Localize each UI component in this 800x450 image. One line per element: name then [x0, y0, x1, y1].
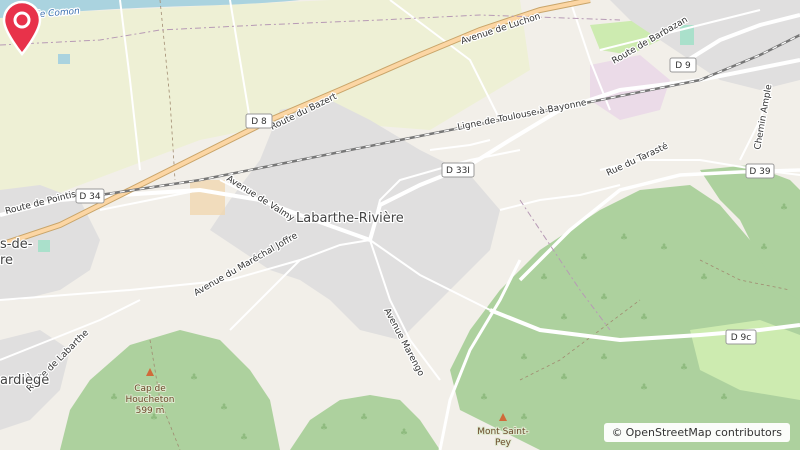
svg-text:♣: ♣	[360, 413, 368, 423]
svg-text:D 9: D 9	[675, 61, 691, 71]
svg-text:D 8: D 8	[251, 117, 267, 127]
svg-text:♣: ♣	[600, 353, 608, 363]
peak-saint-pey-label-1: Mont Saint-	[477, 427, 529, 437]
svg-text:D 9c: D 9c	[731, 333, 752, 343]
village-partial-label: s-de-	[0, 237, 33, 252]
route-shield-d8: D 8	[245, 113, 273, 129]
svg-text:♣: ♣	[760, 243, 768, 253]
svg-text:♣: ♣	[640, 383, 648, 393]
attribution-link[interactable]: OpenStreetMap contributors	[626, 426, 782, 439]
svg-text:♣: ♣	[220, 403, 228, 413]
svg-text:♣: ♣	[520, 353, 528, 363]
svg-text:♣: ♣	[620, 233, 628, 243]
peak-houcheton-label-2: Houcheton	[126, 395, 175, 405]
svg-text:♣: ♣	[190, 373, 198, 383]
map-canvas[interactable]: ♣♣♣♣ ♣♣♣♣ ♣♣♣♣ ♣♣♣♣ ♣♣♣♣ ♣♣♣♣ ♣♣ Canal d…	[0, 0, 800, 450]
copyright-symbol: ©	[611, 426, 623, 439]
svg-text:♣: ♣	[560, 373, 568, 383]
svg-text:♣: ♣	[540, 273, 548, 283]
map-view[interactable]: ♣ ♣ ♣ ♣ ♣ ♣ ♣ ♣ ♣ ♣ ♣ ♣ ♣ ♣ ♣ ♣ ♣ ♣ ♣ ♣ ♣ ♣ ♣ ♣ ♣ ♣ Canal d…	[0, 0, 800, 450]
pond	[58, 54, 70, 64]
place-label[interactable]: Labarthe-Rivière	[295, 210, 405, 228]
route-shield-d34: D 34	[75, 188, 105, 204]
svg-text:♣: ♣	[480, 393, 488, 403]
svg-text:♣: ♣	[320, 423, 328, 433]
railway-label: Ligne de Toulouse à Bayonne	[457, 98, 588, 133]
village-partial-label-2: re	[0, 253, 13, 268]
route-shield-d9: D 9	[669, 57, 697, 73]
svg-text:♣: ♣	[780, 203, 788, 213]
svg-text:♣: ♣	[520, 413, 528, 423]
svg-text:D 39: D 39	[749, 167, 771, 177]
svg-text:♣: ♣	[700, 273, 708, 283]
location-pin-icon[interactable]	[0, 0, 44, 56]
forest-south-west	[60, 330, 280, 450]
svg-text:♣: ♣	[640, 313, 648, 323]
svg-text:♣: ♣	[400, 428, 408, 438]
construction-area	[190, 180, 225, 215]
route-shield-d9c: D 9c	[725, 329, 757, 345]
svg-text:♣: ♣	[240, 433, 248, 443]
peak-saint-pey-label-2: Pey	[495, 438, 512, 448]
map-attribution[interactable]: © OpenStreetMap contributors	[603, 423, 790, 442]
chemin-ample-label: Chemin Ample	[753, 83, 774, 150]
svg-text:♣: ♣	[600, 293, 608, 303]
sports-field-2	[38, 240, 50, 252]
svg-text:♣: ♣	[680, 363, 688, 373]
peak-houcheton-label-1: Cap de	[134, 384, 166, 394]
route-shield-d331: D 33I	[441, 162, 475, 178]
peak-houcheton-elevation: 599 m	[136, 406, 165, 416]
svg-text:D 34: D 34	[79, 192, 101, 202]
svg-text:♣: ♣	[580, 253, 588, 263]
svg-text:♣: ♣	[720, 393, 728, 403]
svg-text:D 33I: D 33I	[446, 166, 470, 176]
village-ardiege-label: ardiège	[0, 373, 49, 388]
route-shield-d39: D 39	[745, 163, 775, 179]
svg-text:♣: ♣	[110, 393, 118, 403]
svg-text:♣: ♣	[560, 313, 568, 323]
svg-text:♣: ♣	[660, 243, 668, 253]
